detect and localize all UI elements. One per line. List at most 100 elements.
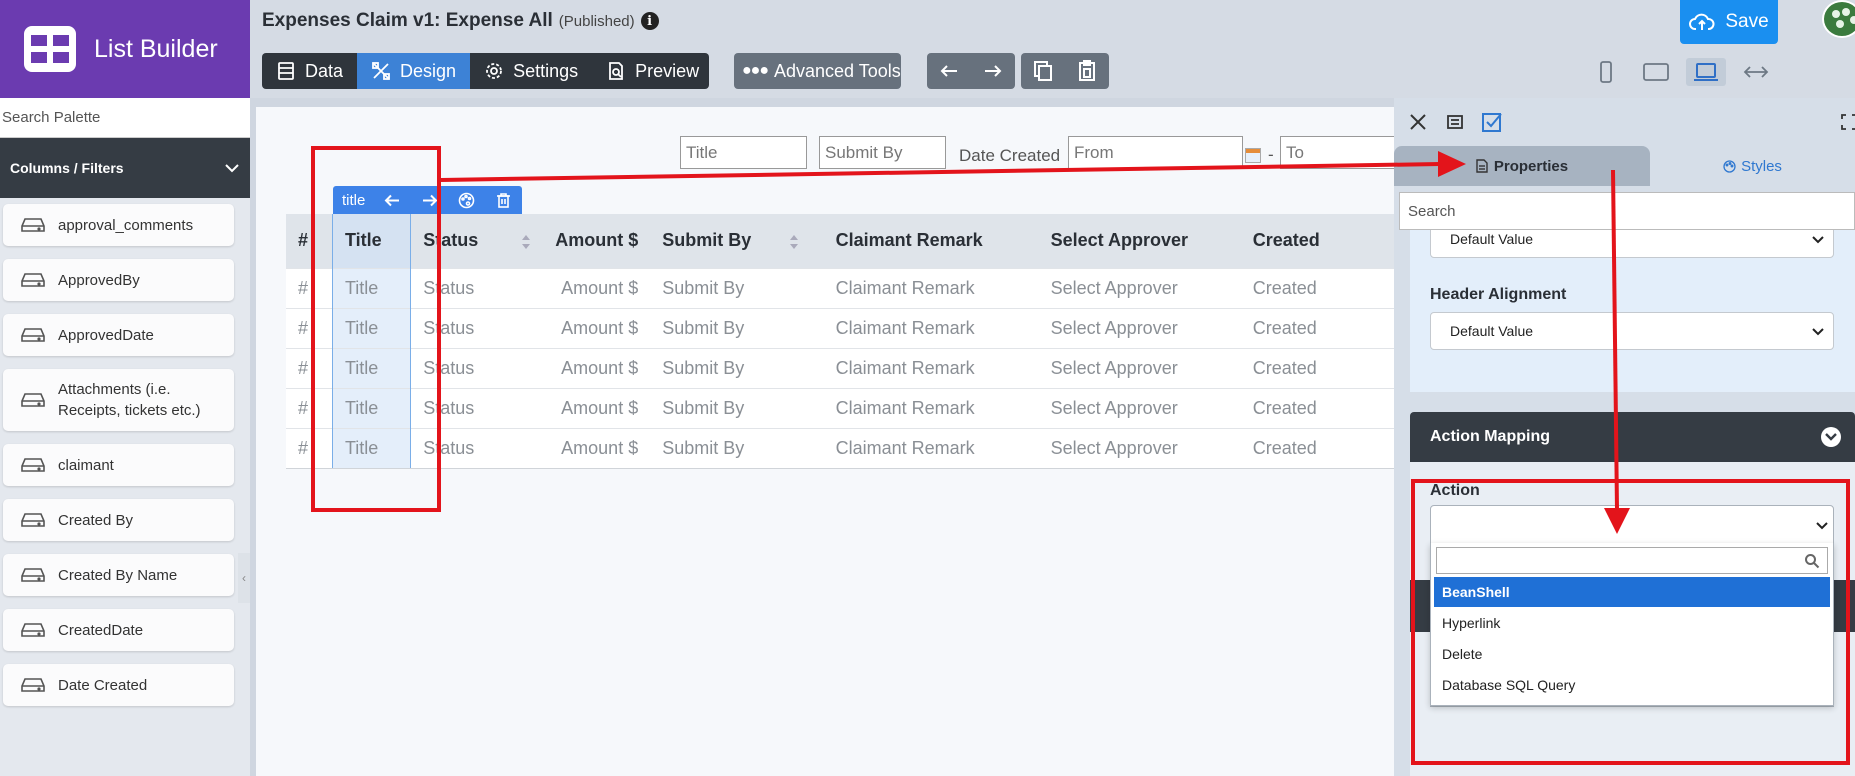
device-full-width-button[interactable] [1736, 58, 1776, 86]
copy-button[interactable] [1021, 53, 1065, 89]
more-dots-icon: ●●● [742, 62, 769, 79]
clipboard-group [1021, 53, 1109, 89]
history-group [927, 53, 1015, 89]
column-header-title[interactable]: Title [331, 214, 412, 268]
tab-design[interactable]: Design [357, 53, 471, 89]
cloud-upload-icon [1689, 13, 1715, 30]
chevron-down-icon [1816, 522, 1828, 530]
tab-preview[interactable]: Preview [592, 53, 709, 89]
filter-date-to-input[interactable] [1280, 136, 1394, 169]
paste-button[interactable] [1065, 53, 1109, 89]
brand-header: List Builder [0, 0, 250, 98]
tab-data[interactable]: Data [262, 53, 357, 89]
collapse-chevron-icon[interactable] [1821, 427, 1841, 447]
header-alignment-label: Header Alignment [1430, 286, 1567, 303]
hard-drive-icon [21, 393, 45, 407]
palette-item[interactable]: Attachments (i.e. Receipts, tickets etc.… [3, 369, 234, 431]
redo-button[interactable] [971, 53, 1015, 89]
window-icon [1447, 115, 1463, 129]
column-header-index[interactable]: # [286, 214, 333, 268]
filter-submit-by-input[interactable] [819, 136, 946, 169]
palette-item[interactable]: Created By Name [3, 554, 234, 596]
palette-section-title: Columns / Filters [10, 160, 124, 176]
palette-item[interactable]: Date Created [3, 664, 234, 706]
expand-width-icon [1743, 66, 1769, 78]
move-right-button[interactable] [411, 186, 448, 214]
hard-drive-icon [21, 218, 45, 232]
filter-title-input[interactable] [680, 136, 807, 169]
column-header-select-approver[interactable]: Select Approver [1038, 214, 1241, 268]
palette-search-input[interactable] [0, 98, 250, 138]
undo-icon [940, 65, 957, 77]
arrow-left-icon [384, 194, 400, 206]
action-option-hyperlink[interactable]: Hyperlink [1434, 608, 1830, 638]
properties-panel: Properties Styles Default Value Header A… [1394, 98, 1855, 776]
list-table: # Title Status Amount $ Submit By Claima… [286, 214, 1394, 469]
device-phone-button[interactable] [1586, 58, 1626, 86]
list-builder-logo-icon [24, 26, 76, 72]
minimize-button[interactable] [1443, 110, 1467, 134]
alignment-select[interactable]: Default Value [1430, 230, 1834, 258]
device-laptop-button[interactable] [1686, 58, 1726, 86]
save-button[interactable]: Save [1680, 0, 1778, 44]
column-header-status[interactable]: Status [410, 214, 544, 268]
redo-icon [985, 65, 1002, 77]
close-icon [1410, 114, 1426, 130]
tablet-icon [1643, 63, 1669, 81]
tab-settings[interactable]: Settings [470, 53, 592, 89]
action-option-delete[interactable]: Delete [1434, 639, 1830, 669]
table-row: # Title Status Amount $ Submit By Claimant Re… [286, 387, 1394, 428]
tab-styles[interactable]: Styles [1650, 146, 1855, 186]
palette-item[interactable]: Created By [3, 499, 234, 541]
hard-drive-icon [21, 273, 45, 287]
action-option-beanshell[interactable]: BeanShell [1434, 577, 1830, 607]
palette-item[interactable]: ApprovedBy [3, 259, 234, 301]
apply-button[interactable] [1480, 110, 1504, 134]
alignment-section: Default Value Header Alignment Default V… [1410, 230, 1855, 392]
column-header-claimant-remark[interactable]: Claimant Remark [823, 214, 1039, 268]
delete-column-button[interactable] [485, 186, 522, 214]
calendar-icon[interactable] [1245, 148, 1261, 163]
column-header-amount[interactable]: Amount $ [543, 214, 651, 268]
style-button[interactable] [448, 186, 485, 214]
fullscreen-button[interactable] [1837, 110, 1855, 134]
sort-icon[interactable] [789, 234, 799, 249]
filter-date-from-input[interactable] [1068, 136, 1243, 169]
undo-button[interactable] [927, 53, 971, 89]
properties-body: Default Value Header Alignment Default V… [1410, 230, 1855, 776]
app-name: List Builder [94, 34, 218, 63]
design-tools-icon [372, 62, 390, 80]
info-icon[interactable]: i [640, 12, 659, 30]
top-toolbar: Expenses Claim v1: Expense All (Publishe… [250, 0, 1855, 98]
tab-properties[interactable]: Properties [1394, 146, 1650, 186]
palette-item[interactable]: ApprovedDate [3, 314, 234, 356]
date-range-separator: - [1268, 145, 1274, 164]
close-button[interactable] [1406, 110, 1430, 134]
palette-item[interactable]: claimant [3, 444, 234, 486]
action-select[interactable]: BeanShell Hyperlink Delete Database SQL … [1430, 505, 1834, 707]
properties-search-input[interactable] [1399, 192, 1855, 230]
sort-icon[interactable] [521, 234, 531, 249]
header-alignment-select[interactable]: Default Value [1430, 312, 1834, 350]
palette-list: approval_comments ApprovedBy ApprovedDat… [0, 198, 250, 706]
palette-item[interactable]: approval_comments [3, 204, 234, 246]
builder-tabs: Data Design Settings Preview [262, 53, 709, 89]
column-header-submit-by[interactable]: Submit By [650, 214, 824, 268]
action-mapping-header[interactable]: Action Mapping [1410, 412, 1855, 462]
palette-icon [459, 192, 475, 208]
palette-item[interactable]: CreatedDate [3, 609, 234, 651]
user-avatar[interactable] [1822, 0, 1855, 38]
action-options-search-input[interactable] [1436, 547, 1828, 574]
device-tablet-button[interactable] [1636, 58, 1676, 86]
move-left-button[interactable] [374, 186, 411, 214]
column-header-created[interactable]: Created [1240, 214, 1394, 268]
collapse-palette-handle[interactable]: ‹ [238, 553, 250, 603]
table-row: # Title Status Amount $ Submit By Claimant Re… [286, 307, 1394, 348]
action-option-database-sql-query[interactable]: Database SQL Query [1434, 670, 1830, 700]
hard-drive-icon [21, 568, 45, 582]
palette-section-header[interactable]: Columns / Filters [0, 138, 250, 198]
action-select-value[interactable] [1431, 506, 1833, 543]
properties-toolbar [1394, 98, 1855, 146]
advanced-tools-button[interactable]: ●●● Advanced Tools [734, 53, 901, 89]
trash-icon [497, 192, 511, 208]
